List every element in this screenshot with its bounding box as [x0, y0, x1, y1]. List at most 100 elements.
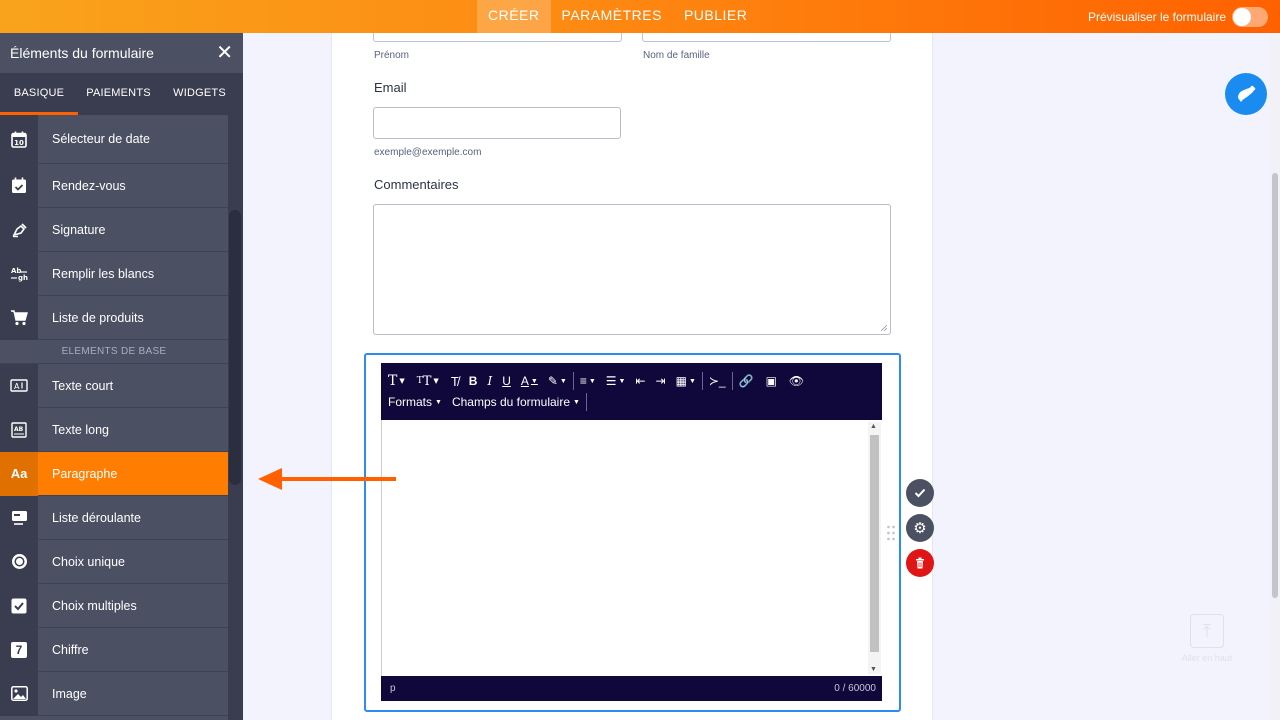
close-icon[interactable]: ✕: [216, 43, 233, 63]
editor-content-area[interactable]: [381, 420, 882, 676]
align-icon[interactable]: ≡ ▼: [580, 372, 596, 390]
sidebar-item-fill-blanks[interactable]: Ab gh Remplir les blancs: [0, 251, 228, 296]
sidebar-header: Éléments du formulaire ✕: [0, 33, 243, 73]
check-icon: [914, 488, 926, 498]
svg-text:A: A: [14, 382, 20, 391]
sidebar-item-label: Texte court: [52, 378, 114, 393]
bullet-list-icon[interactable]: ☰ ▼: [606, 372, 626, 390]
scroll-down-icon[interactable]: ▼: [870, 666, 877, 673]
confirm-button[interactable]: [906, 479, 934, 507]
tab-basic[interactable]: BASIQUE: [0, 73, 78, 115]
number-glyph: 7: [15, 642, 23, 657]
first-name-input[interactable]: [373, 33, 622, 42]
highlight-icon[interactable]: ✎ ▼: [548, 372, 567, 390]
sidebar-item-product-list[interactable]: Liste de produits: [0, 295, 228, 340]
sidebar-item-label: Liste de produits: [52, 310, 144, 325]
designer-fab-button[interactable]: [1225, 73, 1267, 115]
sidebar-item-long-text[interactable]: AB Texte long: [0, 407, 228, 452]
form-elements-sidebar: Éléments du formulaire ✕ BASIQUE PAIEMEN…: [0, 33, 243, 720]
code-icon[interactable]: ≻_: [709, 372, 726, 390]
font-family-button[interactable]: T ▼: [388, 372, 405, 390]
arrow-pointer-icon: [258, 468, 396, 490]
sidebar-item-label: Chiffre: [52, 642, 89, 657]
tab-settings[interactable]: PARAMÈTRES: [551, 0, 673, 33]
char-count: 0 / 60000: [834, 683, 876, 694]
resize-handle-icon[interactable]: [880, 324, 887, 331]
sidebar-item-label: Sélecteur de date: [52, 132, 150, 146]
text-color-icon[interactable]: A ▼: [521, 372, 538, 390]
image-insert-icon[interactable]: ▣: [766, 372, 777, 390]
paragraph-icon: Aa: [0, 451, 38, 496]
sidebar-item-single-choice[interactable]: Choix unique: [0, 539, 228, 584]
comments-textarea[interactable]: [373, 204, 891, 335]
svg-text:AB: AB: [14, 426, 24, 433]
form-fields-dropdown[interactable]: Champs du formulaire ▼: [452, 393, 580, 411]
page-scrollbar[interactable]: [1270, 33, 1280, 720]
svg-text:10: 10: [14, 139, 24, 147]
sidebar-item-label: Liste déroulante: [52, 510, 141, 525]
form-fields-label: Champs du formulaire: [451, 395, 571, 409]
number-icon-box: 7: [11, 641, 27, 658]
calendar-check-icon: [0, 163, 38, 208]
table-icon[interactable]: ▦ ▼: [676, 372, 696, 390]
sidebar-item-signature[interactable]: Signature: [0, 207, 228, 252]
tab-payments[interactable]: PAIEMENTS: [78, 73, 159, 115]
formats-dropdown[interactable]: Formats ▼: [388, 393, 442, 411]
sidebar-scrollbar[interactable]: [228, 115, 243, 720]
preview-label: Prévisualiser le formulaire: [1087, 9, 1226, 24]
editor-scrollbar[interactable]: ▲ ▼: [868, 422, 881, 674]
back-to-top-button[interactable]: ⤒ Aller en haut: [1175, 614, 1239, 670]
toolbar-row-2: Formats ▼ Champs du formulaire ▼: [388, 393, 593, 411]
comments-label: Commentaires: [374, 177, 459, 192]
settings-button[interactable]: ⚙: [906, 514, 934, 542]
scroll-up-icon[interactable]: ▲: [870, 423, 877, 430]
preview-toggle[interactable]: [1232, 6, 1268, 27]
sidebar-item-date-picker[interactable]: 10 Sélecteur de date: [0, 115, 228, 164]
tab-publish[interactable]: PUBLIER: [673, 0, 758, 33]
page-scrollbar-thumb[interactable]: [1272, 173, 1278, 598]
sidebar-element-list: 10 Sélecteur de date Rendez-vous Signatu…: [0, 115, 228, 720]
editor-status-bar: p 0 / 60000: [381, 676, 882, 701]
underline-button[interactable]: U: [502, 372, 511, 390]
delete-button[interactable]: [906, 549, 934, 577]
radio-icon: [0, 539, 38, 584]
trash-icon: [916, 557, 924, 569]
preview-eye-icon[interactable]: 👁: [789, 372, 804, 390]
sidebar-item-label: Choix multiples: [52, 598, 137, 613]
tab-create[interactable]: CRÉER: [477, 0, 551, 33]
indent-icon[interactable]: ⇥: [656, 372, 666, 390]
section-basic-elements: ELEMENTS DE BASE: [0, 340, 228, 364]
outdent-icon[interactable]: ⇤: [635, 372, 645, 390]
link-icon[interactable]: 🔗: [739, 372, 754, 390]
sidebar-item-label: Image: [52, 686, 87, 701]
drag-handle-icon[interactable]: [886, 524, 896, 542]
top-bar: CRÉER PARAMÈTRES PUBLIER Prévisualiser l…: [0, 0, 1280, 33]
number-icon: 7: [0, 627, 38, 672]
email-sublabel: exemple@exemple.com: [374, 147, 482, 158]
sidebar-item-label: Signature: [52, 222, 106, 237]
sidebar-item-short-text[interactable]: A Texte court: [0, 363, 228, 408]
sidebar-item-appointment[interactable]: Rendez-vous: [0, 163, 228, 208]
formats-label: Formats: [388, 395, 433, 409]
arrow-up-icon: ⤒: [1190, 614, 1224, 648]
bold-button[interactable]: B: [469, 372, 478, 390]
sidebar-item-image[interactable]: Image: [0, 671, 228, 716]
tab-widgets[interactable]: WIDGETS: [159, 73, 240, 115]
checkbox-icon: [0, 583, 38, 628]
sidebar-item-label: Texte long: [52, 422, 109, 437]
toolbar-separator: [701, 372, 703, 390]
email-field[interactable]: [373, 107, 621, 139]
sidebar-item-paragraph[interactable]: Aa Paragraphe: [0, 451, 228, 496]
sidebar-item-dropdown[interactable]: Liste déroulante: [0, 495, 228, 540]
image-icon: [0, 671, 38, 716]
sidebar-item-multiple-choice[interactable]: Choix multiples: [0, 583, 228, 628]
font-size-button[interactable]: T T ▼: [417, 372, 439, 390]
editor-scrollbar-thumb[interactable]: [870, 435, 879, 652]
italic-button[interactable]: I: [487, 372, 492, 390]
sidebar-item-label: Rendez-vous: [52, 178, 126, 193]
scrollbar-thumb[interactable]: [229, 210, 241, 485]
toggle-knob: [1233, 7, 1251, 26]
sidebar-item-number[interactable]: 7 Chiffre: [0, 627, 228, 672]
clear-format-icon[interactable]: T̸: [451, 372, 459, 390]
last-name-input[interactable]: [642, 33, 891, 42]
